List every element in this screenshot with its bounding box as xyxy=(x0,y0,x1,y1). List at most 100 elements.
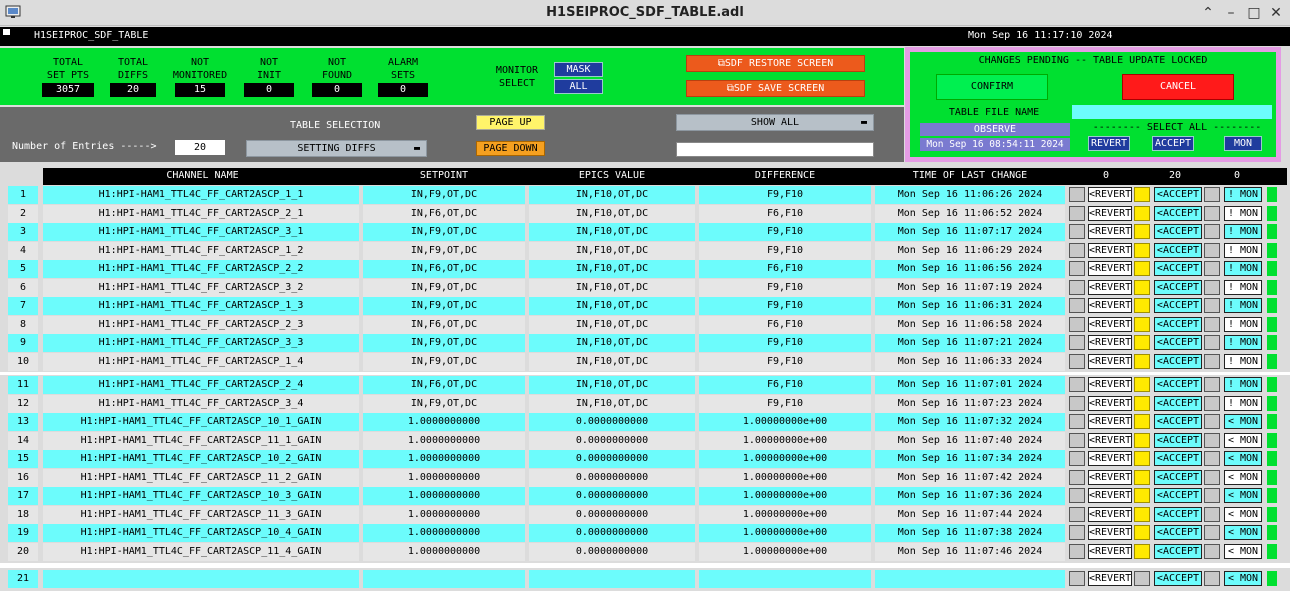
sdf-save-button[interactable]: ⧉SDF SAVE SCREEN xyxy=(686,80,865,97)
row-mon-button[interactable]: ! MON xyxy=(1224,335,1262,350)
row-accept-button[interactable]: <ACCEPT xyxy=(1154,571,1202,586)
row-mon-button[interactable]: < MON xyxy=(1224,451,1262,466)
filter-input[interactable] xyxy=(676,142,874,157)
accept-select-checkbox[interactable] xyxy=(1134,507,1150,522)
revert-select-checkbox[interactable] xyxy=(1069,243,1085,258)
row-accept-button[interactable]: <ACCEPT xyxy=(1154,317,1202,332)
row-mon-button[interactable]: ! MON xyxy=(1224,317,1262,332)
row-revert-button[interactable]: <REVERT xyxy=(1088,354,1132,369)
row-accept-button[interactable]: <ACCEPT xyxy=(1154,488,1202,503)
row-accept-button[interactable]: <ACCEPT xyxy=(1154,335,1202,350)
row-accept-button[interactable]: <ACCEPT xyxy=(1154,261,1202,276)
row-revert-button[interactable]: <REVERT xyxy=(1088,298,1132,313)
accept-select-checkbox[interactable] xyxy=(1134,261,1150,276)
revert-select-checkbox[interactable] xyxy=(1069,470,1085,485)
accept-select-checkbox[interactable] xyxy=(1134,317,1150,332)
row-mon-button[interactable]: ! MON xyxy=(1224,261,1262,276)
row-mon-button[interactable]: < MON xyxy=(1224,544,1262,559)
mon-select-checkbox[interactable] xyxy=(1204,224,1220,239)
show-all-menu[interactable]: SHOW ALL ▬ xyxy=(676,114,874,131)
revert-select-checkbox[interactable] xyxy=(1069,298,1085,313)
mon-select-checkbox[interactable] xyxy=(1204,261,1220,276)
mon-select-checkbox[interactable] xyxy=(1204,396,1220,411)
row-revert-button[interactable]: <REVERT xyxy=(1088,261,1132,276)
row-mon-button[interactable]: ! MON xyxy=(1224,243,1262,258)
row-mon-button[interactable]: ! MON xyxy=(1224,377,1262,392)
revert-select-checkbox[interactable] xyxy=(1069,280,1085,295)
revert-select-checkbox[interactable] xyxy=(1069,488,1085,503)
accept-select-checkbox[interactable] xyxy=(1134,451,1150,466)
mon-select-checkbox[interactable] xyxy=(1204,206,1220,221)
revert-select-checkbox[interactable] xyxy=(1069,451,1085,466)
revert-select-checkbox[interactable] xyxy=(1069,354,1085,369)
row-accept-button[interactable]: <ACCEPT xyxy=(1154,451,1202,466)
row-accept-button[interactable]: <ACCEPT xyxy=(1154,280,1202,295)
row-mon-button[interactable]: ! MON xyxy=(1224,396,1262,411)
revert-select-checkbox[interactable] xyxy=(1069,571,1085,586)
revert-select-checkbox[interactable] xyxy=(1069,206,1085,221)
accept-select-checkbox[interactable] xyxy=(1134,354,1150,369)
mon-select-checkbox[interactable] xyxy=(1204,571,1220,586)
accept-select-checkbox[interactable] xyxy=(1134,377,1150,392)
row-revert-button[interactable]: <REVERT xyxy=(1088,433,1132,448)
revert-select-checkbox[interactable] xyxy=(1069,525,1085,540)
accept-select-checkbox[interactable] xyxy=(1134,525,1150,540)
row-revert-button[interactable]: <REVERT xyxy=(1088,451,1132,466)
maximize-icon[interactable]: □ xyxy=(1245,4,1263,22)
accept-select-checkbox[interactable] xyxy=(1134,396,1150,411)
mon-select-checkbox[interactable] xyxy=(1204,433,1220,448)
row-accept-button[interactable]: <ACCEPT xyxy=(1154,377,1202,392)
mon-select-checkbox[interactable] xyxy=(1204,451,1220,466)
row-revert-button[interactable]: <REVERT xyxy=(1088,317,1132,332)
accept-select-checkbox[interactable] xyxy=(1134,544,1150,559)
page-up-button[interactable]: PAGE UP xyxy=(476,115,545,130)
mon-select-checkbox[interactable] xyxy=(1204,414,1220,429)
row-revert-button[interactable]: <REVERT xyxy=(1088,187,1132,202)
confirm-button[interactable]: CONFIRM xyxy=(936,74,1048,100)
mon-select-checkbox[interactable] xyxy=(1204,544,1220,559)
accept-select-checkbox[interactable] xyxy=(1134,414,1150,429)
revert-select-checkbox[interactable] xyxy=(1069,414,1085,429)
sdf-restore-button[interactable]: ⧉SDF RESTORE SCREEN xyxy=(686,55,865,72)
row-revert-button[interactable]: <REVERT xyxy=(1088,396,1132,411)
row-revert-button[interactable]: <REVERT xyxy=(1088,470,1132,485)
accept-select-checkbox[interactable] xyxy=(1134,470,1150,485)
row-mon-button[interactable]: < MON xyxy=(1224,470,1262,485)
mon-select-checkbox[interactable] xyxy=(1204,525,1220,540)
row-mon-button[interactable]: ! MON xyxy=(1224,187,1262,202)
row-accept-button[interactable]: <ACCEPT xyxy=(1154,243,1202,258)
mon-select-checkbox[interactable] xyxy=(1204,187,1220,202)
row-accept-button[interactable]: <ACCEPT xyxy=(1154,470,1202,485)
revert-select-checkbox[interactable] xyxy=(1069,224,1085,239)
row-accept-button[interactable]: <ACCEPT xyxy=(1154,433,1202,448)
row-accept-button[interactable]: <ACCEPT xyxy=(1154,525,1202,540)
row-revert-button[interactable]: <REVERT xyxy=(1088,544,1132,559)
row-mon-button[interactable]: < MON xyxy=(1224,433,1262,448)
row-mon-button[interactable]: ! MON xyxy=(1224,354,1262,369)
row-revert-button[interactable]: <REVERT xyxy=(1088,377,1132,392)
row-revert-button[interactable]: <REVERT xyxy=(1088,414,1132,429)
row-mon-button[interactable]: ! MON xyxy=(1224,280,1262,295)
accept-select-checkbox[interactable] xyxy=(1134,187,1150,202)
row-accept-button[interactable]: <ACCEPT xyxy=(1154,396,1202,411)
row-mon-button[interactable]: < MON xyxy=(1224,571,1262,586)
row-accept-button[interactable]: <ACCEPT xyxy=(1154,544,1202,559)
row-accept-button[interactable]: <ACCEPT xyxy=(1154,507,1202,522)
mon-select-checkbox[interactable] xyxy=(1204,488,1220,503)
accept-select-checkbox[interactable] xyxy=(1134,335,1150,350)
revert-select-checkbox[interactable] xyxy=(1069,507,1085,522)
accept-select-checkbox[interactable] xyxy=(1134,298,1150,313)
accept-select-checkbox[interactable] xyxy=(1134,280,1150,295)
accept-select-checkbox[interactable] xyxy=(1134,224,1150,239)
row-revert-button[interactable]: <REVERT xyxy=(1088,507,1132,522)
revert-select-checkbox[interactable] xyxy=(1069,335,1085,350)
row-revert-button[interactable]: <REVERT xyxy=(1088,243,1132,258)
row-mon-button[interactable]: < MON xyxy=(1224,414,1262,429)
mon-select-checkbox[interactable] xyxy=(1204,243,1220,258)
row-mon-button[interactable]: < MON xyxy=(1224,507,1262,522)
row-accept-button[interactable]: <ACCEPT xyxy=(1154,298,1202,313)
mon-select-checkbox[interactable] xyxy=(1204,507,1220,522)
row-accept-button[interactable]: <ACCEPT xyxy=(1154,187,1202,202)
select-all-mon-button[interactable]: MON xyxy=(1224,136,1262,151)
mon-select-checkbox[interactable] xyxy=(1204,317,1220,332)
